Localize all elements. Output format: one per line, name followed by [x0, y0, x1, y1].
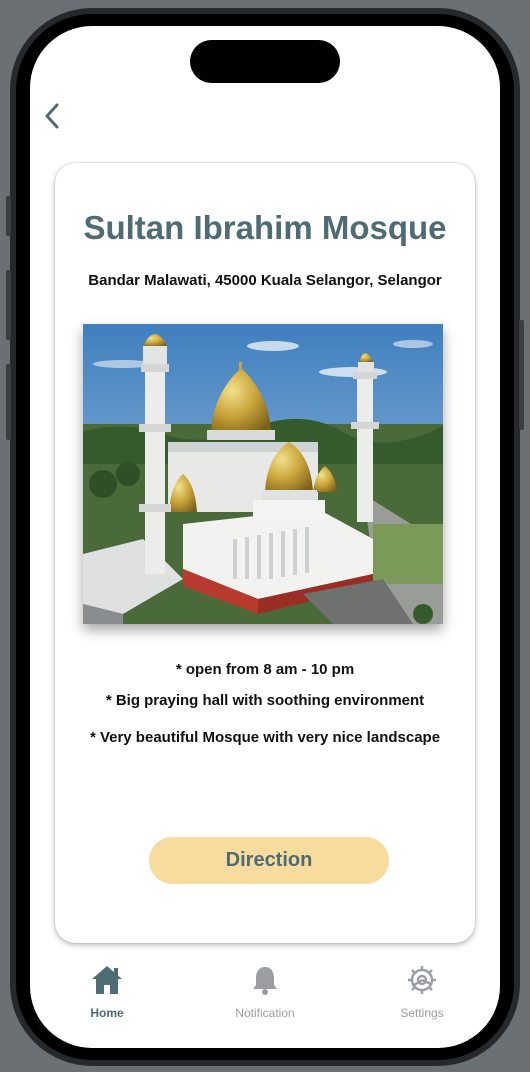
- screen: Sultan Ibrahim Mosque Bandar Malawati, 4…: [30, 26, 500, 1048]
- tab-home-label: Home: [90, 1006, 124, 1020]
- detail-line-landscape: * Very beautiful Mosque with very nice l…: [89, 729, 441, 746]
- tab-home[interactable]: Home: [57, 964, 157, 1024]
- direction-button[interactable]: Direction: [149, 837, 389, 884]
- detail-line-hall: * Big praying hall with soothing environ…: [105, 692, 425, 709]
- bell-icon: [253, 967, 277, 995]
- home-icon: [92, 966, 122, 994]
- tab-notification-label: Notification: [235, 1006, 295, 1020]
- place-card: Sultan Ibrahim Mosque Bandar Malawati, 4…: [55, 163, 475, 943]
- chevron-left-icon: [45, 103, 59, 129]
- place-address: Bandar Malawati, 45000 Kuala Selangor, S…: [88, 272, 442, 289]
- action-button: [6, 196, 11, 236]
- place-title: Sultan Ibrahim Mosque: [83, 209, 447, 246]
- bottom-tab-bar: Home Notification Settings: [30, 964, 500, 1024]
- tab-settings[interactable]: Settings: [372, 964, 472, 1024]
- detail-line-hours: * open from 8 am - 10 pm: [175, 661, 355, 678]
- tab-notification[interactable]: Notification: [215, 964, 315, 1024]
- power-button: [519, 320, 524, 430]
- volume-up-button: [6, 270, 11, 340]
- tab-settings-label: Settings: [400, 1006, 444, 1020]
- dynamic-island: [190, 40, 340, 83]
- mosque-photo: [83, 324, 443, 624]
- back-button[interactable]: [36, 100, 68, 132]
- volume-down-button: [6, 364, 11, 440]
- gear-icon: [408, 966, 436, 994]
